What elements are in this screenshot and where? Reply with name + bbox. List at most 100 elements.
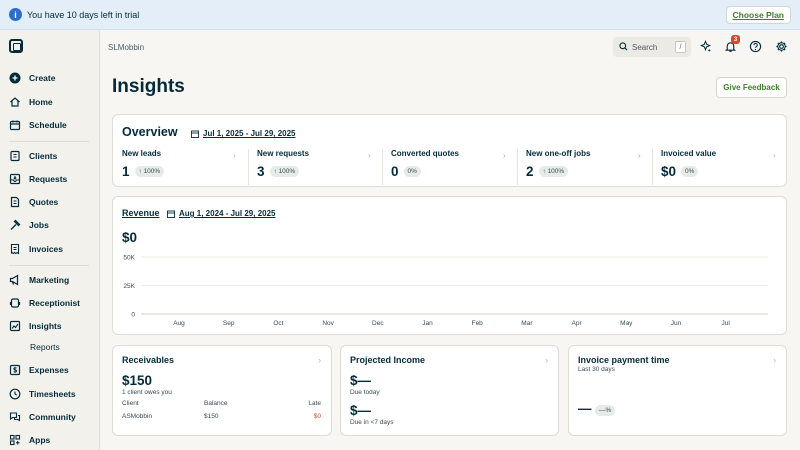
x-tick-label: Jan	[422, 320, 433, 327]
quote-icon	[9, 196, 21, 208]
chevron-right-icon: ›	[773, 151, 776, 160]
column-header-balance: Balance	[204, 400, 228, 407]
payment-time-subtitle: Last 30 days	[578, 366, 615, 373]
sidebar-item-home[interactable]: Home	[0, 92, 100, 112]
sidebar-item-insights[interactable]: Insights	[0, 316, 100, 336]
x-tick-label: Oct	[273, 320, 283, 327]
trial-banner: i You have 10 days left in trial Choose …	[0, 0, 800, 30]
overview-date-range[interactable]: Jul 1, 2025 - Jul 29, 2025	[191, 129, 296, 138]
invoice-payment-time-card[interactable]: Invoice payment time › Last 30 days — —%	[568, 345, 787, 436]
receivables-late: $0	[313, 413, 321, 420]
chevron-right-icon: ›	[503, 151, 506, 160]
give-feedback-button[interactable]: Give Feedback	[716, 77, 787, 98]
chevron-right-icon: ›	[318, 356, 321, 365]
sidebar-item-clients[interactable]: Clients	[0, 146, 100, 166]
change-pill: —%	[595, 405, 616, 416]
receivables-card[interactable]: Receivables › $150 1 client owes you Cli…	[112, 345, 332, 436]
chat-icon	[9, 411, 21, 423]
due-week-value: $—	[350, 403, 372, 418]
chevron-right-icon: ›	[773, 356, 776, 365]
overview-card: Overview Jul 1, 2025 - Jul 29, 2025 New …	[112, 114, 787, 187]
sidebar-item-invoices[interactable]: Invoices	[0, 239, 100, 259]
revenue-chart: 0 25K 50K Aug Sep Oct Nov Dec Jan Feb Mar Apr May Jun…	[123, 255, 768, 327]
sidebar: Create Home Schedule Clients Requests Qu…	[0, 30, 100, 450]
x-tick-label: May	[620, 320, 633, 327]
change-pill: 0%	[681, 166, 699, 177]
due-week-label: Due in <7 days	[350, 419, 394, 426]
sidebar-item-community[interactable]: Community	[0, 407, 100, 427]
y-tick-label: 25K	[123, 283, 135, 290]
x-tick-label: Nov	[322, 320, 334, 327]
gear-icon[interactable]	[774, 39, 788, 53]
overview-title: Overview	[122, 125, 178, 139]
sidebar-item-schedule[interactable]: Schedule	[0, 115, 100, 135]
sidebar-item-timesheets[interactable]: Timesheets	[0, 384, 100, 404]
x-tick-label: Apr	[572, 320, 583, 327]
chevron-right-icon: ›	[233, 151, 236, 160]
chart-icon	[9, 320, 21, 332]
metric-new-leads[interactable]: New leads 1 ↑ 100%	[122, 149, 165, 185]
receivables-title: Receivables	[122, 355, 175, 365]
calendar-icon	[9, 119, 21, 131]
sidebar-item-expenses[interactable]: Expenses	[0, 360, 100, 380]
metric-converted-quotes[interactable]: Converted quotes 0 0%	[391, 149, 459, 185]
hammer-icon	[9, 219, 21, 231]
sidebar-item-receptionist[interactable]: Receptionist	[0, 293, 100, 313]
megaphone-icon	[9, 274, 21, 286]
sidebar-item-apps[interactable]: Apps	[0, 430, 100, 450]
calendar-icon	[191, 130, 199, 138]
metric-new-requests[interactable]: New requests 3 ↑ 100%	[257, 149, 309, 185]
notification-badge: 3	[731, 35, 740, 44]
choose-plan-button[interactable]: Choose Plan	[725, 6, 791, 24]
due-today-value: $—	[350, 373, 372, 388]
chevron-right-icon: ›	[638, 151, 641, 160]
inbox-icon	[9, 173, 21, 185]
sidebar-item-create[interactable]: Create	[0, 68, 100, 88]
x-tick-label: Sep	[223, 320, 235, 327]
sidebar-divider	[9, 265, 89, 266]
sidebar-item-jobs[interactable]: Jobs	[0, 215, 100, 235]
receptionist-icon	[9, 297, 21, 309]
chevron-right-icon: ›	[368, 151, 371, 160]
projected-income-card[interactable]: Projected Income › $— Due today $— Due i…	[340, 345, 559, 436]
help-icon[interactable]	[748, 39, 762, 53]
y-tick-label: 50K	[123, 255, 135, 262]
invoice-icon	[9, 243, 21, 255]
clients-icon	[9, 150, 21, 162]
y-tick-label: 0	[131, 312, 135, 319]
payment-time-value: —	[578, 401, 592, 416]
sidebar-divider	[9, 141, 89, 142]
payment-time-title: Invoice payment time	[578, 355, 670, 365]
sidebar-item-quotes[interactable]: Quotes	[0, 192, 100, 212]
plus-circle-icon	[9, 72, 21, 84]
due-today-label: Due today	[350, 389, 380, 396]
change-pill: ↑ 100%	[134, 166, 165, 177]
sparkle-ai-icon[interactable]	[698, 39, 712, 53]
receivables-balance: $150	[204, 413, 219, 420]
metric-divider	[517, 149, 518, 185]
sidebar-item-marketing[interactable]: Marketing	[0, 270, 100, 290]
search-bar[interactable]: /	[613, 37, 691, 57]
projected-income-title: Projected Income	[350, 355, 426, 365]
search-shortcut-key: /	[675, 41, 686, 53]
metric-divider	[652, 149, 653, 185]
sidebar-item-requests[interactable]: Requests	[0, 169, 100, 189]
change-pill: 0%	[403, 166, 421, 177]
change-pill: ↑ 100%	[269, 166, 300, 177]
column-header-client: Client	[122, 400, 139, 407]
x-tick-label: Mar	[521, 320, 533, 327]
metric-invoiced-value[interactable]: Invoiced value $0 0%	[661, 149, 716, 185]
receivables-client[interactable]: ASMobbin	[122, 413, 152, 420]
metric-new-one-off-jobs[interactable]: New one-off jobs 2 ↑ 100%	[526, 149, 590, 185]
metric-divider	[382, 149, 383, 185]
home-icon	[9, 96, 21, 108]
change-pill: ↑ 100%	[538, 166, 569, 177]
clock-icon	[9, 388, 21, 400]
search-input[interactable]	[632, 42, 677, 52]
x-tick-label: Aug	[173, 320, 185, 327]
x-tick-label: Jul	[722, 320, 731, 327]
receivables-subtitle: 1 client owes you	[122, 389, 172, 396]
search-icon	[619, 38, 628, 56]
jobber-logo-icon[interactable]	[9, 39, 23, 53]
sidebar-item-reports[interactable]: Reports	[0, 337, 100, 357]
